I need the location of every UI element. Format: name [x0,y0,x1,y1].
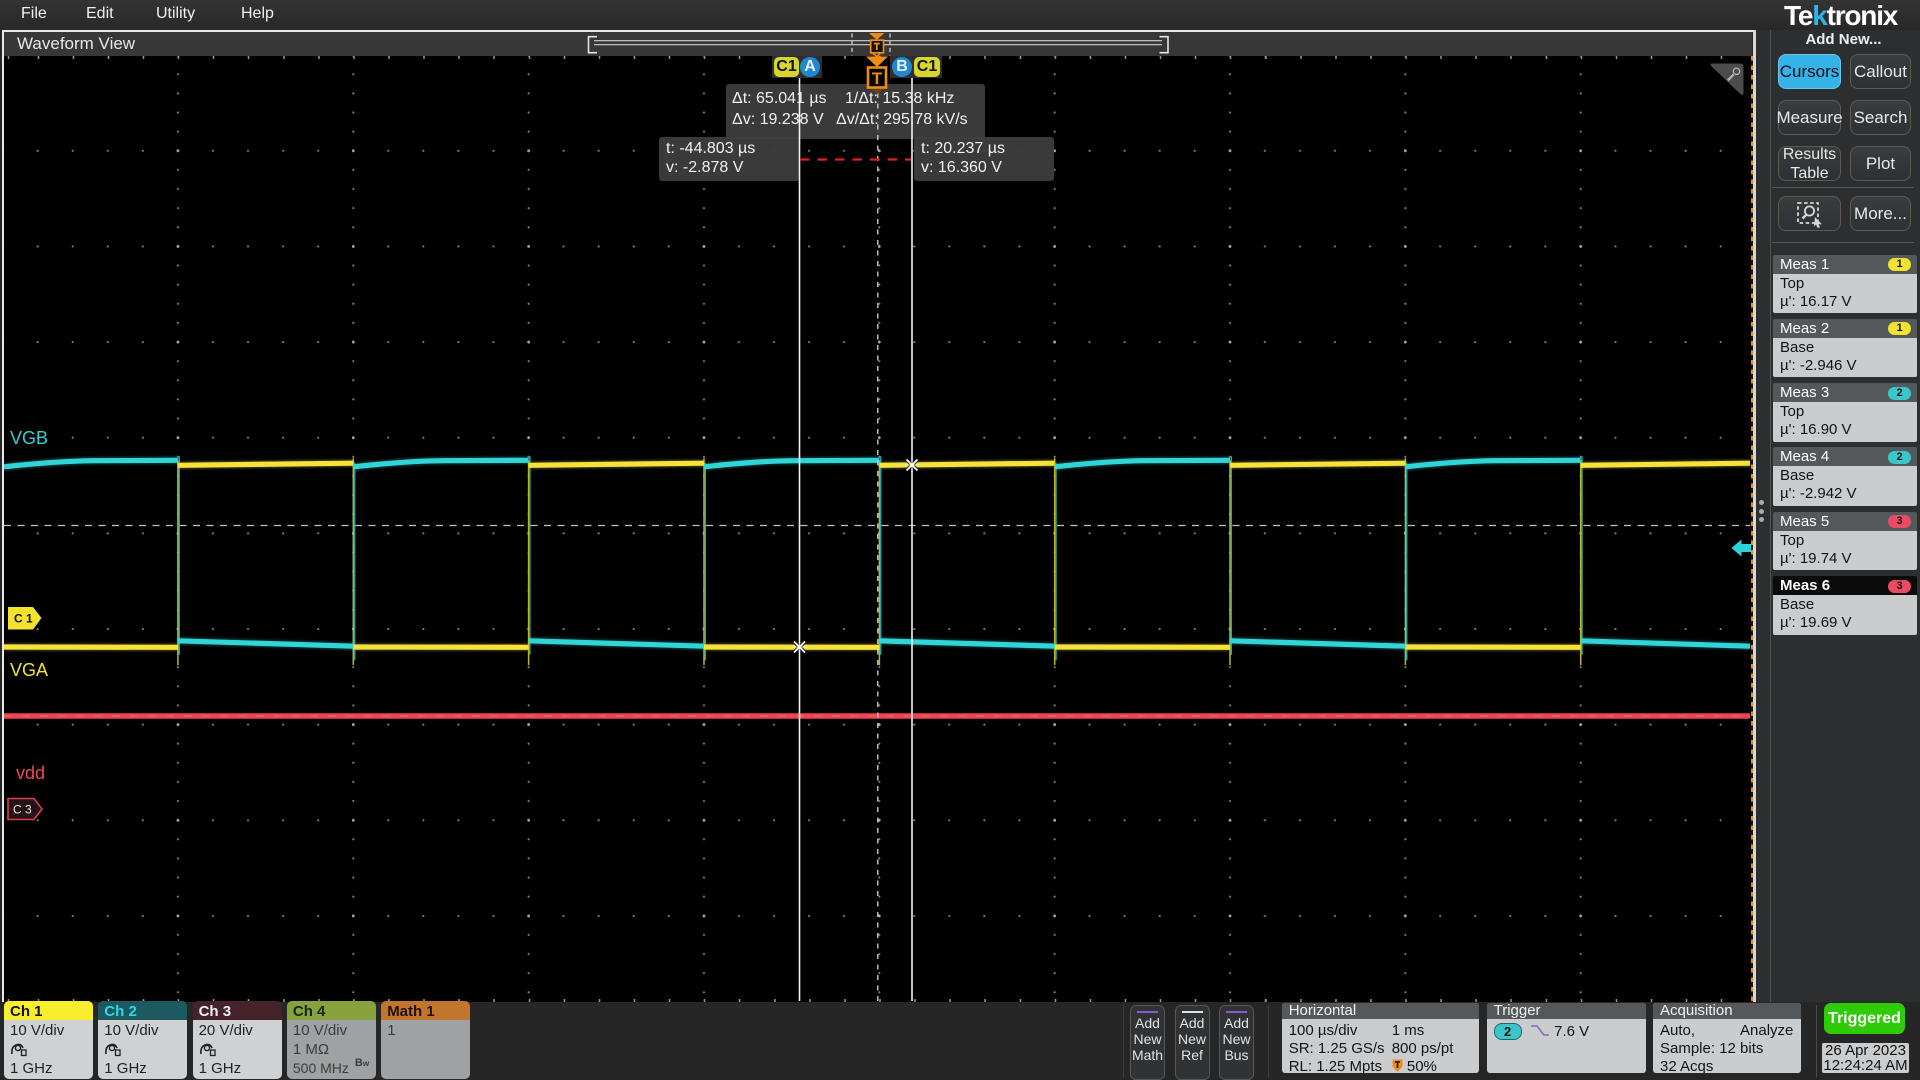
svg-text:C 3: C 3 [13,803,32,817]
svg-text:T: T [872,69,883,88]
svg-text:C 1: C 1 [14,612,33,626]
